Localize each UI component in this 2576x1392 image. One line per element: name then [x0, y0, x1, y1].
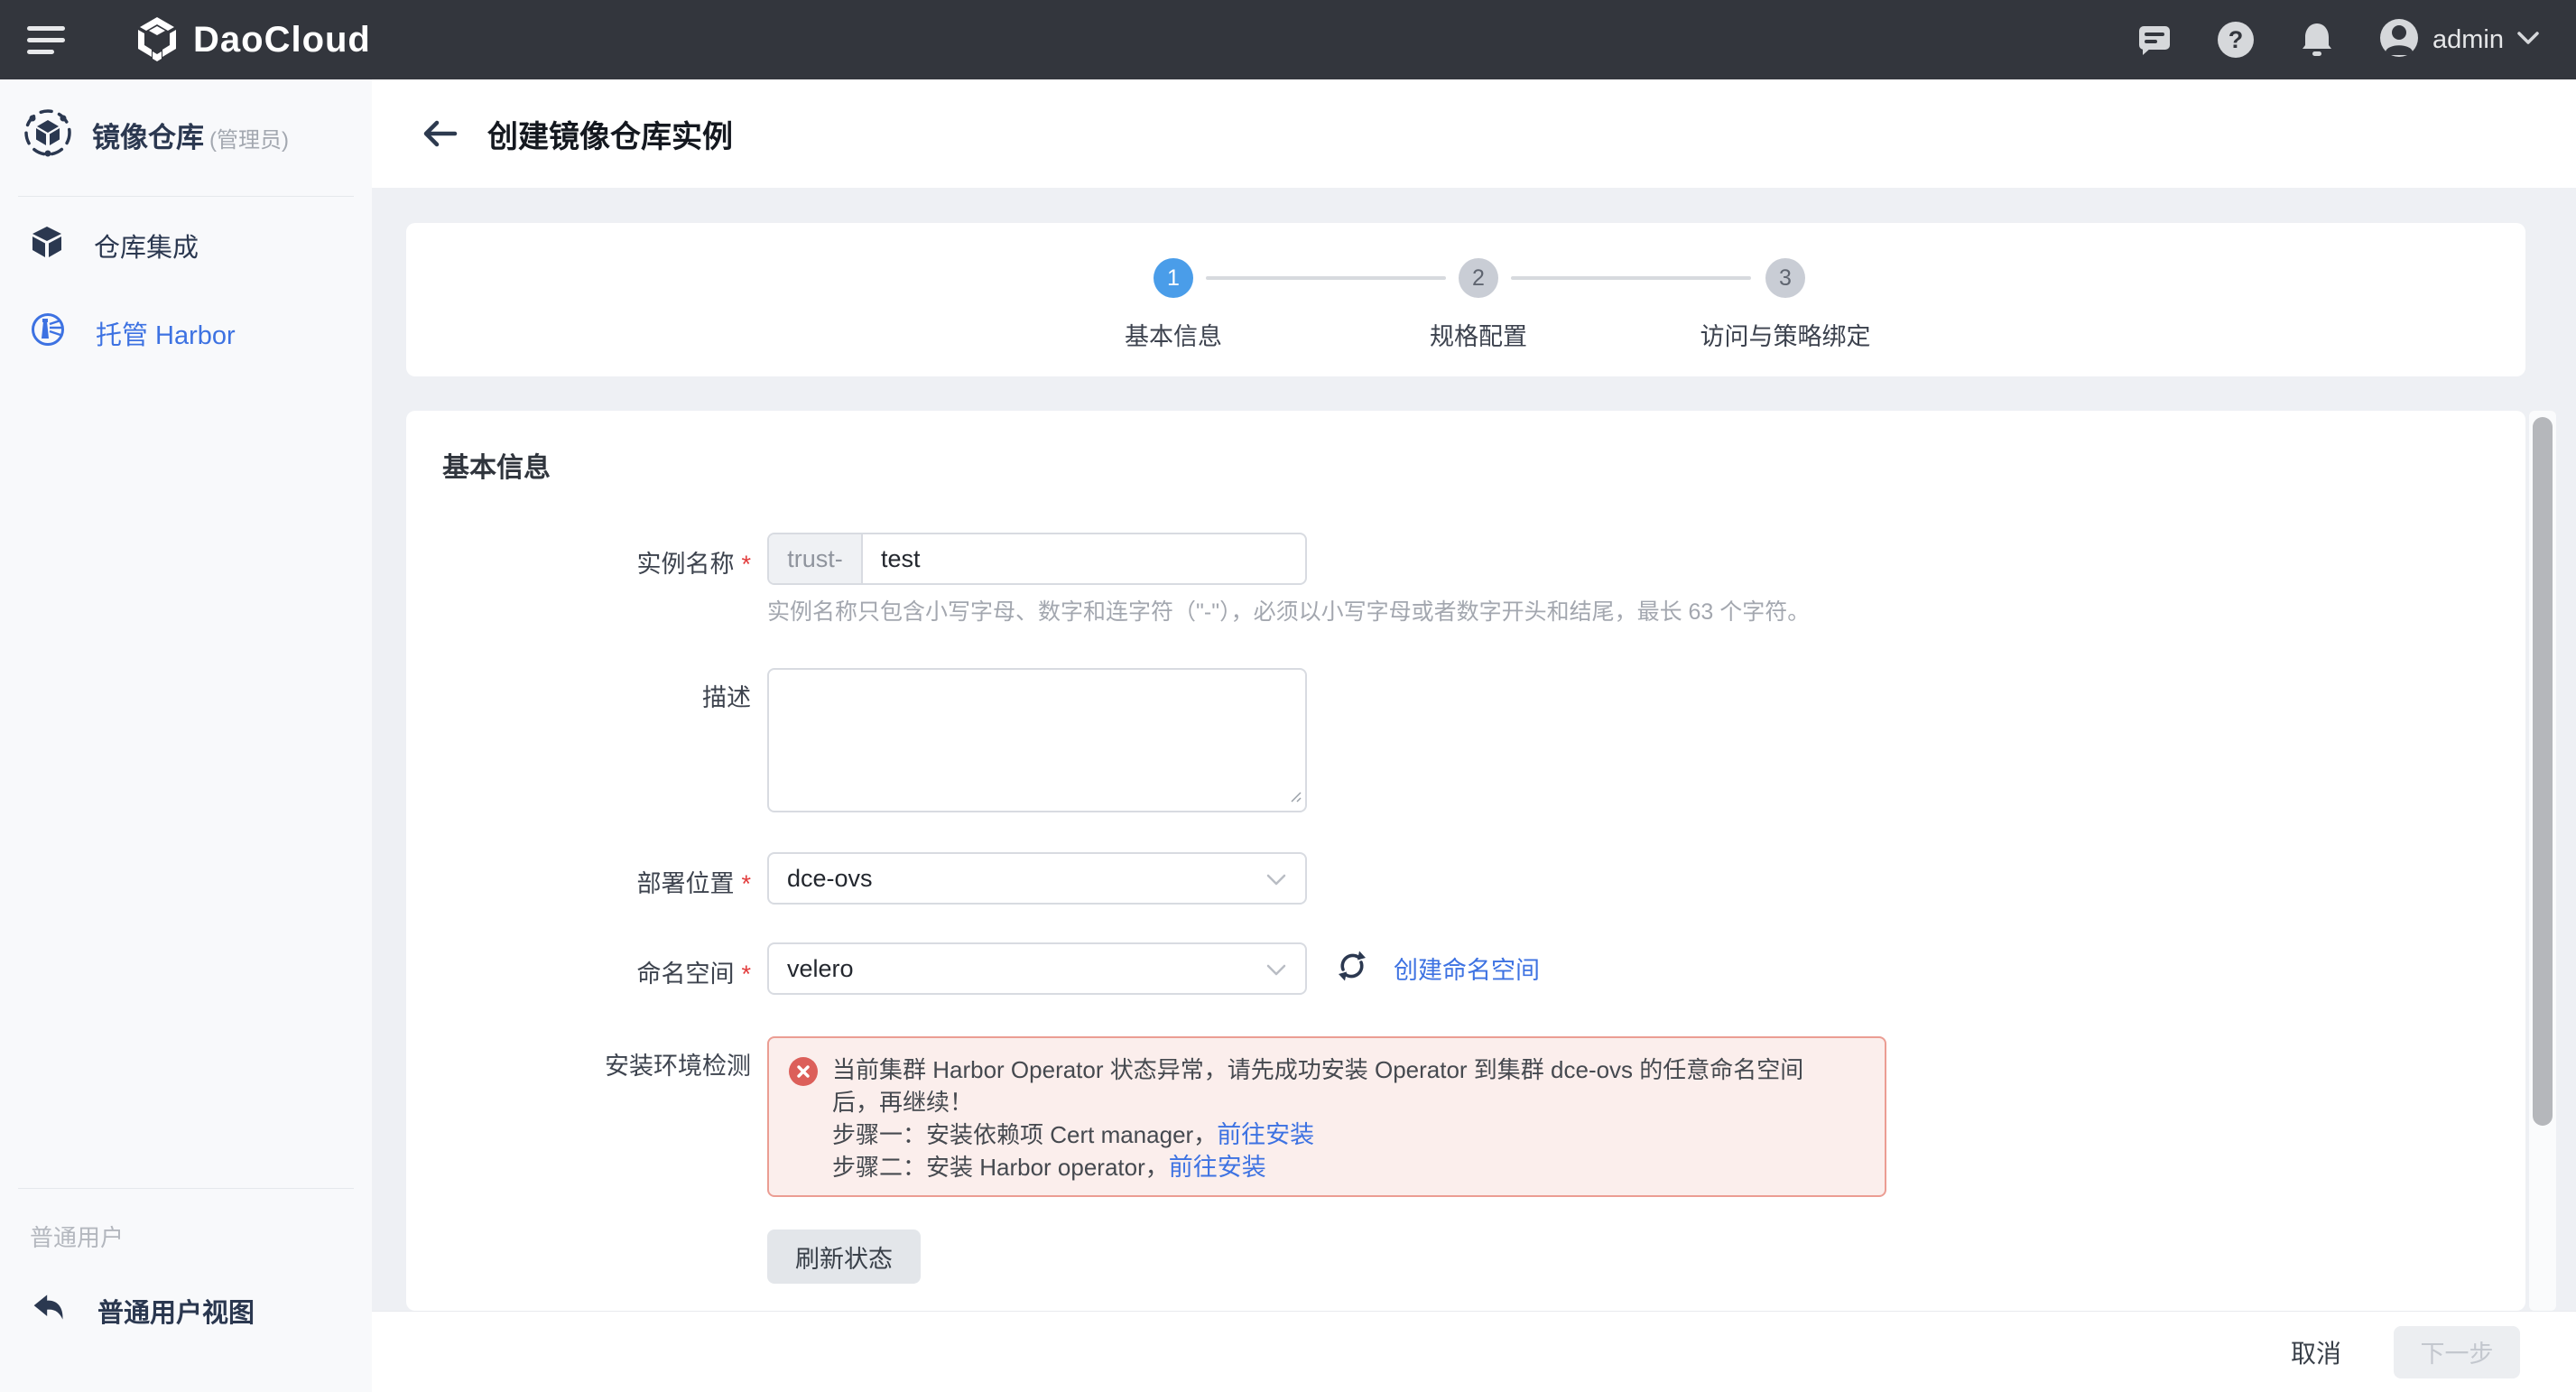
avatar [2378, 17, 2420, 63]
sidebar-item-label: 普通用户视图 [97, 1292, 255, 1330]
step-3-circle[interactable]: 3 [1765, 258, 1805, 298]
chevron-down-icon [1265, 865, 1287, 893]
step-2-circle[interactable]: 2 [1459, 258, 1498, 298]
sidebar-divider [18, 1188, 354, 1189]
alert-step-2-text: 步骤二：安装 Harbor operator， [832, 1154, 1169, 1181]
sidebar-item-registry-integration[interactable]: 仓库集成 [0, 202, 372, 289]
description-label: 描述 [406, 678, 751, 713]
env-check-label: 安装环境检测 [406, 1046, 751, 1081]
instance-name-input-group: trust- [767, 533, 1307, 585]
sidebar-item-hosted-harbor[interactable]: 托管 Harbor [0, 289, 372, 377]
product-title: 镜像仓库(管理员) [92, 115, 289, 155]
go-install-harbor-operator-link[interactable]: 前往安装 [1169, 1154, 1266, 1181]
basic-info-form-card: 基本信息 实例名称 * trust- 实例名称只包含小写字母、数字和连字符（"-"… [406, 411, 2525, 1311]
alert-line-2: 后，再继续！ [832, 1086, 1803, 1118]
step-3-label: 访问与策略绑定 [1700, 317, 1871, 352]
step-2-label: 规格配置 [1430, 317, 1527, 352]
label-text: 命名空间 [636, 960, 734, 988]
deploy-location-label: 部署位置 * [406, 864, 751, 899]
instance-name-input[interactable] [863, 534, 1305, 583]
next-step-button[interactable]: 下一步 [2394, 1326, 2520, 1378]
refresh-namespaces-icon[interactable] [1334, 948, 1370, 988]
description-textarea-wrap [767, 668, 1307, 812]
help-icon[interactable]: ? [2216, 20, 2256, 60]
step-1-circle[interactable]: 1 [1154, 258, 1193, 298]
sidebar-divider [18, 196, 354, 197]
label-text: 实例名称 [636, 551, 734, 578]
resize-handle[interactable] [1288, 789, 1302, 808]
required-asterisk: * [741, 870, 751, 897]
instance-name-helper-text: 实例名称只包含小写字母、数字和连字符（"-"），必须以小写字母或者数字开头和结尾… [767, 594, 1810, 626]
cancel-button[interactable]: 取消 [2291, 1334, 2341, 1370]
sidebar-bottom: 普通用户 普通用户视图 [0, 1183, 372, 1392]
chevron-down-icon [2516, 31, 2540, 50]
namespace-label: 命名空间* [406, 954, 751, 989]
sidebar-section-label: 普通用户 [0, 1194, 372, 1266]
alert-step-2: 步骤二：安装 Harbor operator，前往安装 [832, 1151, 1803, 1183]
registry-product-icon [22, 107, 74, 163]
box-icon [31, 226, 63, 265]
scrollbar-thumb[interactable] [2533, 417, 2553, 1126]
step-1-label: 基本信息 [1125, 317, 1222, 352]
deploy-location-select[interactable]: dce-ovs [767, 852, 1307, 905]
footer-action-bar: 取消 下一步 [372, 1311, 2576, 1392]
help-glyph: ? [2218, 22, 2254, 58]
namespace-select[interactable]: velero [767, 942, 1307, 995]
instance-name-label: 实例名称 * [406, 544, 751, 580]
refresh-status-button[interactable]: 刷新状态 [767, 1230, 921, 1284]
description-textarea[interactable] [769, 670, 1305, 811]
product-role: (管理员) [209, 128, 289, 153]
stepper-card: 1 2 3 基本信息 规格配置 访问与策略绑定 [406, 223, 2525, 376]
hamburger-bar [27, 38, 65, 42]
page-title: 创建镜像仓库实例 [487, 112, 733, 156]
go-install-cert-manager-link[interactable]: 前往安装 [1217, 1121, 1314, 1148]
top-navbar: DaoCloud ? [0, 0, 2576, 79]
reply-arrow-icon [31, 1289, 67, 1332]
daocloud-cube-icon [134, 14, 181, 66]
product-title-text: 镜像仓库 [92, 122, 204, 153]
sidebar-item-normal-user-view[interactable]: 普通用户视图 [0, 1266, 372, 1356]
sidebar-product-header: 镜像仓库(管理员) [0, 79, 372, 190]
harbor-lighthouse-icon [31, 312, 65, 354]
create-namespace-link[interactable]: 创建命名空间 [1394, 951, 1540, 986]
label-text: 部署位置 [636, 870, 734, 897]
page-header: 创建镜像仓库实例 [372, 79, 2576, 188]
chevron-down-icon [1265, 955, 1287, 983]
required-asterisk: * [741, 960, 751, 988]
step-connector [1206, 276, 1446, 280]
namespace-value: velero [787, 955, 854, 983]
brand-logo[interactable]: DaoCloud [134, 14, 371, 66]
alert-text: 当前集群 Harbor Operator 状态异常，请先成功安装 Operato… [832, 1053, 1803, 1180]
instance-name-prefix: trust- [769, 534, 863, 583]
notifications-bell-icon[interactable] [2297, 20, 2337, 60]
messages-icon[interactable] [2135, 20, 2174, 60]
alert-line-1: 当前集群 Harbor Operator 状态异常，请先成功安装 Operato… [832, 1053, 1803, 1086]
sidebar-item-label: 托管 Harbor [96, 314, 236, 352]
section-title: 基本信息 [442, 445, 551, 485]
hamburger-bar [27, 26, 65, 31]
alert-step-1: 步骤一：安装依赖项 Cert manager，前往安装 [832, 1118, 1803, 1151]
sidebar: 镜像仓库(管理员) 仓库集成 托管 Harbor 普通 [0, 79, 372, 1392]
back-button[interactable] [419, 113, 460, 154]
user-menu[interactable]: admin [2378, 17, 2540, 63]
env-check-error-alert: 当前集群 Harbor Operator 状态异常，请先成功安装 Operato… [767, 1036, 1886, 1197]
deploy-location-value: dce-ovs [787, 865, 873, 893]
hamburger-bar [27, 50, 54, 54]
error-circle-icon [789, 1057, 818, 1086]
hamburger-menu-icon[interactable] [27, 22, 72, 58]
brand-name: DaoCloud [193, 20, 371, 60]
scrollbar-track[interactable] [2529, 411, 2556, 1311]
sidebar-item-label: 仓库集成 [94, 227, 199, 264]
step-connector [1511, 276, 1751, 280]
username-label: admin [2432, 25, 2504, 55]
required-asterisk: * [741, 551, 751, 578]
alert-step-1-text: 步骤一：安装依赖项 Cert manager， [832, 1121, 1217, 1148]
